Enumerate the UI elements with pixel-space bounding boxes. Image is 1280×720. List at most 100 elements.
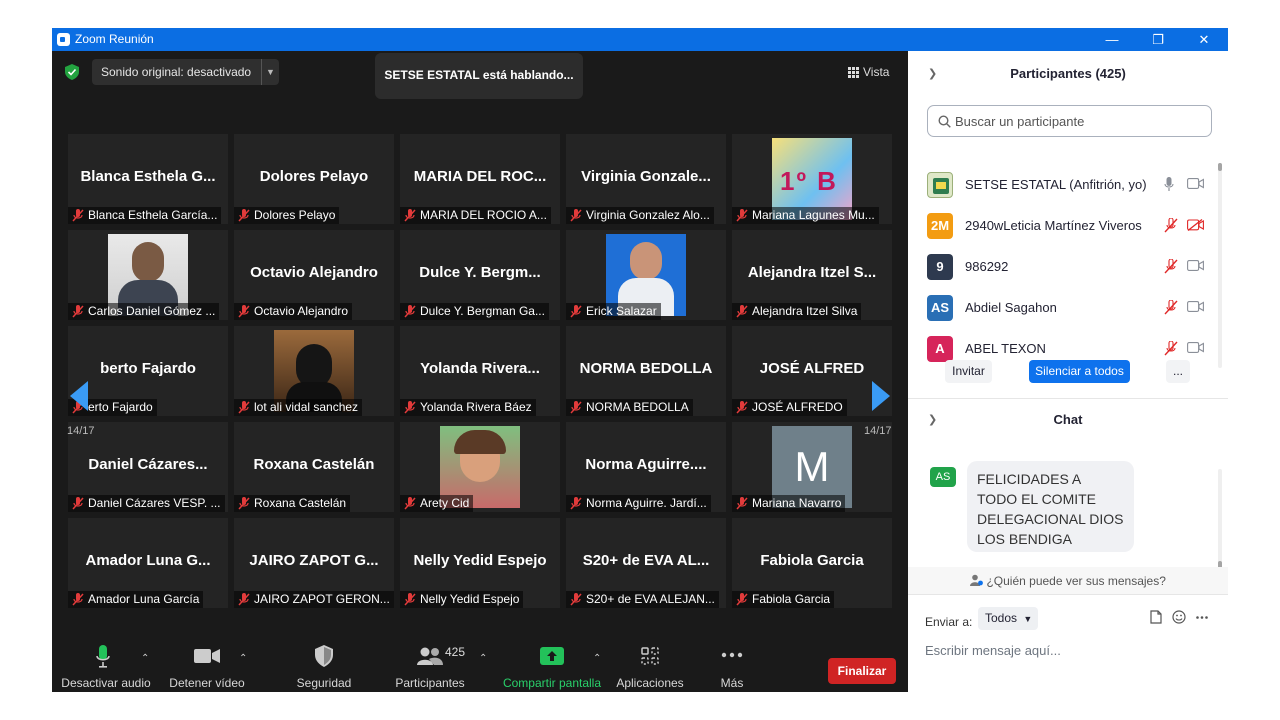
participant-name-tag: lot ali vidal sanchez bbox=[234, 399, 363, 416]
participant-tile[interactable]: S20+ de EVA AL... S20+ de EVA ALEJAN... bbox=[566, 518, 726, 608]
chevron-down-icon: ▼ bbox=[1023, 614, 1033, 624]
next-page-arrow-icon[interactable] bbox=[872, 381, 890, 411]
participant-tile[interactable]: Virginia Gonzale... Virginia Gonzalez Alo… bbox=[566, 134, 726, 224]
original-sound-toggle[interactable]: Sonido original: desactivado ▼ bbox=[92, 59, 279, 85]
mic-muted-icon[interactable] bbox=[1164, 341, 1178, 356]
participant-tile[interactable]: 1º B Mariana Lagunes Mu... bbox=[732, 134, 892, 224]
participant-name-tag: Erick Salazar bbox=[566, 303, 661, 320]
participant-tile[interactable]: Roxana Castelán Roxana Castelán bbox=[234, 422, 394, 512]
panel-divider bbox=[908, 398, 1228, 399]
chat-more-icon[interactable] bbox=[1196, 616, 1208, 619]
participant-display-name: Norma Aguirre.... bbox=[585, 456, 707, 473]
participant-name-tag: Octavio Alejandro bbox=[234, 303, 353, 320]
participant-row[interactable]: SETSE ESTATAL (Anfitrión, yo) bbox=[908, 164, 1218, 205]
mic-muted-icon[interactable] bbox=[1164, 300, 1178, 315]
participant-display-name: Octavio Alejandro bbox=[250, 264, 378, 281]
participant-tile[interactable]: Alejandra Itzel S... Alejandra Itzel Silv… bbox=[732, 230, 892, 320]
participant-tile[interactable]: Arety Cid bbox=[400, 422, 560, 512]
participant-tile[interactable]: berto Fajardo erto Fajardo bbox=[68, 326, 228, 416]
video-camera-icon[interactable] bbox=[1187, 342, 1204, 353]
participant-name: S20+ de EVA ALEJAN... bbox=[586, 592, 715, 606]
participant-tile[interactable]: Norma Aguirre.... Norma Aguirre. Jardí... bbox=[566, 422, 726, 512]
mute-all-button[interactable]: Silenciar a todos bbox=[1029, 360, 1130, 383]
end-meeting-button[interactable]: Finalizar bbox=[828, 658, 896, 684]
mic-muted-icon bbox=[570, 497, 582, 510]
apps-button[interactable]: Aplicaciones bbox=[612, 633, 688, 692]
minimize-button[interactable]: — bbox=[1089, 28, 1135, 51]
participant-name-tag: Alejandra Itzel Silva bbox=[732, 303, 862, 320]
microphone-icon[interactable] bbox=[1164, 177, 1174, 192]
participant-tile[interactable]: Octavio Alejandro Octavio Alejandro bbox=[234, 230, 394, 320]
restore-button[interactable]: ❐ bbox=[1135, 28, 1181, 51]
participant-display-name: Fabiola Garcia bbox=[760, 552, 864, 569]
participant-name: 2940wLeticia Martínez Viveros bbox=[965, 218, 1142, 233]
video-options-chevron-icon[interactable]: ⌃ bbox=[239, 653, 247, 664]
mic-muted-icon bbox=[238, 593, 250, 606]
close-button[interactable]: ✕ bbox=[1181, 28, 1227, 51]
view-button[interactable]: Vista bbox=[848, 61, 889, 83]
invite-button[interactable]: Invitar bbox=[945, 360, 992, 383]
participant-tile[interactable]: Dolores Pelayo Dolores Pelayo bbox=[234, 134, 394, 224]
audio-options-chevron-icon[interactable]: ⌃ bbox=[141, 653, 149, 664]
previous-page-arrow-icon[interactable] bbox=[70, 381, 88, 411]
participant-tile[interactable]: MARIA DEL ROC... MARIA DEL ROCIO A... bbox=[400, 134, 560, 224]
share-screen-icon bbox=[540, 647, 564, 665]
mic-muted-icon[interactable] bbox=[1164, 259, 1178, 274]
zoom-window: Zoom Reunión — ❐ ✕ Sonido original: desa… bbox=[52, 28, 1228, 692]
participant-row[interactable]: 9 986292 bbox=[908, 246, 1218, 287]
emoji-icon[interactable] bbox=[1172, 610, 1186, 624]
participant-tile[interactable]: Dulce Y. Bergm... Dulce Y. Bergman Ga... bbox=[400, 230, 560, 320]
share-options-chevron-icon[interactable]: ⌃ bbox=[593, 653, 601, 664]
participant-tile[interactable]: Fabiola Garcia Fabiola Garcia bbox=[732, 518, 892, 608]
participant-name-tag: Fabiola Garcia bbox=[732, 591, 835, 608]
participant-tile[interactable]: Nelly Yedid Espejo Nelly Yedid Espejo bbox=[400, 518, 560, 608]
participant-display-name: Yolanda Rivera... bbox=[420, 360, 540, 377]
participant-tile[interactable]: Erick Salazar bbox=[566, 230, 726, 320]
mic-muted-icon bbox=[404, 593, 416, 606]
participants-button[interactable]: 425 Participantes bbox=[390, 633, 470, 692]
participant-name: lot ali vidal sanchez bbox=[254, 400, 359, 414]
participant-search-input[interactable]: Buscar un participante bbox=[927, 105, 1212, 137]
encryption-shield-icon[interactable] bbox=[65, 64, 79, 80]
participant-name-tag: Dolores Pelayo bbox=[234, 207, 340, 224]
participant-tile[interactable]: JOSÉ ALFRED JOSÉ ALFREDO bbox=[732, 326, 892, 416]
who-can-see-link[interactable]: ¿Quién puede ver sus mensajes? bbox=[908, 574, 1228, 588]
participant-row[interactable]: AS Abdiel Sagahon bbox=[908, 287, 1218, 328]
participant-name: 986292 bbox=[965, 259, 1009, 274]
video-camera-icon[interactable] bbox=[1187, 301, 1204, 312]
chat-message-input[interactable]: Escribir mensaje aquí... bbox=[925, 643, 1061, 658]
mute-audio-button[interactable]: Desactivar audio bbox=[58, 633, 154, 692]
participant-name-tag: Mariana Navarro bbox=[732, 495, 846, 512]
video-off-icon[interactable] bbox=[1187, 219, 1204, 231]
zoom-logo-icon bbox=[57, 33, 70, 46]
share-screen-button[interactable]: Compartir pantalla bbox=[500, 633, 604, 692]
participants-scrollbar[interactable] bbox=[1218, 163, 1222, 171]
participant-tile[interactable]: lot ali vidal sanchez bbox=[234, 326, 394, 416]
participants-header: Participantes (425) bbox=[1010, 66, 1126, 81]
participant-display-name: Dolores Pelayo bbox=[259, 168, 369, 185]
mic-muted-icon[interactable] bbox=[1164, 218, 1178, 233]
participants-count: 425 bbox=[445, 645, 466, 659]
participant-name: Erick Salazar bbox=[586, 304, 657, 318]
participants-more-button[interactable]: ... bbox=[1166, 360, 1190, 383]
video-camera-icon[interactable] bbox=[1187, 260, 1204, 271]
view-label: Vista bbox=[863, 65, 890, 79]
participant-tile[interactable]: JAIRO ZAPOT G... JAIRO ZAPOT GERON... bbox=[234, 518, 394, 608]
participant-tile[interactable]: Amador Luna G... Amador Luna García bbox=[68, 518, 228, 608]
send-to-dropdown[interactable]: Todos ▼ bbox=[978, 607, 1038, 630]
mic-muted-icon bbox=[404, 209, 416, 222]
chevron-down-icon[interactable]: ▼ bbox=[261, 59, 279, 85]
participant-tile[interactable]: Blanca Esthela G... Blanca Esthela García… bbox=[68, 134, 228, 224]
security-button[interactable]: Seguridad bbox=[288, 633, 360, 692]
video-camera-icon[interactable] bbox=[1187, 178, 1204, 189]
participants-options-chevron-icon[interactable]: ⌃ bbox=[479, 653, 487, 664]
more-button[interactable]: Más bbox=[704, 633, 760, 692]
search-placeholder: Buscar un participante bbox=[955, 114, 1085, 129]
participant-row[interactable]: 2M 2940wLeticia Martínez Viveros bbox=[908, 205, 1218, 246]
file-icon[interactable] bbox=[1150, 610, 1162, 624]
participant-name: Amador Luna García bbox=[88, 592, 200, 606]
participant-tile[interactable]: Yolanda Rivera... Yolanda Rivera Báez bbox=[400, 326, 560, 416]
participant-tile[interactable]: Carlos Daniel Gómez ... bbox=[68, 230, 228, 320]
participant-tile[interactable]: NORMA BEDOLLA NORMA BEDOLLA bbox=[566, 326, 726, 416]
mic-muted-icon bbox=[570, 209, 582, 222]
